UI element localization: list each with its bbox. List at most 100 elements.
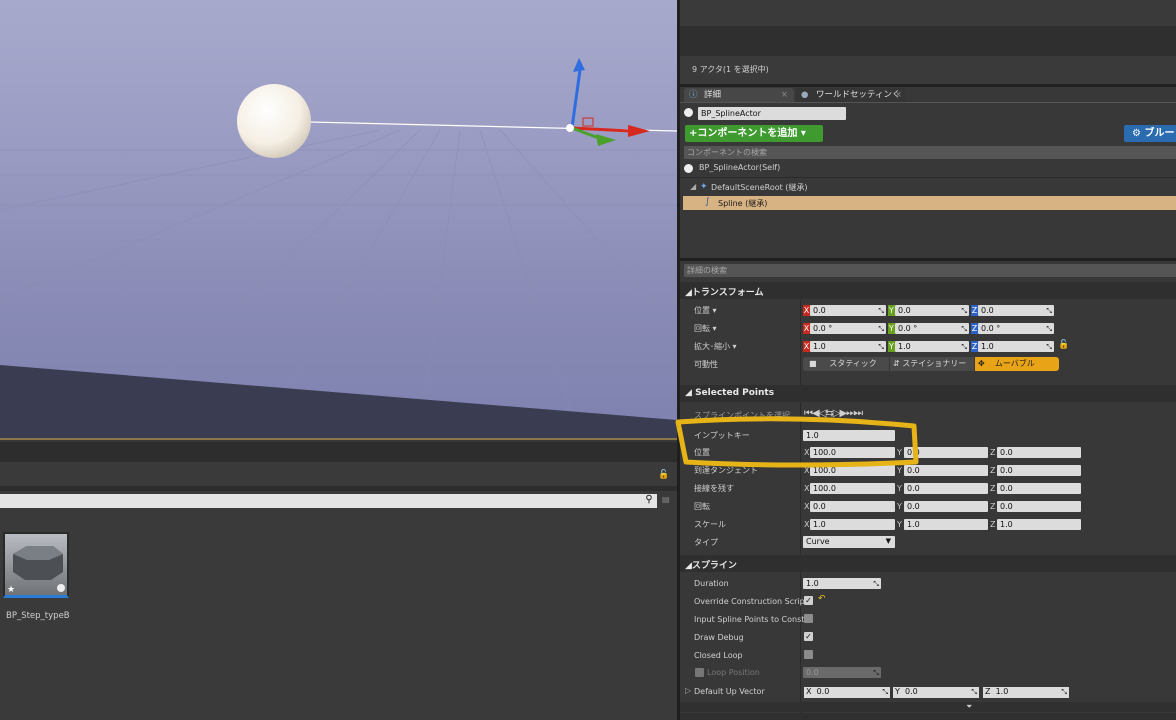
location-z-field[interactable]: 0.0 ⤡: [978, 305, 1054, 316]
loop-position-value: 0.0: [806, 668, 819, 677]
duration-field[interactable]: 1.0 ⤡: [803, 578, 881, 589]
mobility-stationary-button[interactable]: ⇵ ステイショナリー: [890, 357, 974, 371]
override-construction-checkbox[interactable]: ✓: [804, 596, 813, 605]
add-component-button[interactable]: +コンポーネントを追加 ▾: [685, 125, 823, 142]
divider: [680, 177, 1176, 178]
mobility-static-button[interactable]: ■ スタティック: [803, 357, 889, 371]
transform-gizmo: [566, 58, 650, 146]
rotation-x-field[interactable]: 0.0 ° ⤡: [810, 323, 886, 334]
closed-loop-label: Closed Loop: [694, 651, 743, 660]
sp-rotation-z-field[interactable]: 0.0: [997, 501, 1081, 512]
input-spline-points-checkbox[interactable]: [804, 614, 813, 623]
up-vector-x-field[interactable]: X 0.0 ⤡: [804, 687, 890, 698]
leave-z-field[interactable]: 0.0: [997, 483, 1081, 494]
draw-debug-checkbox[interactable]: ✓: [804, 632, 813, 641]
component-search-input[interactable]: コンポーネントの検索: [684, 146, 1176, 159]
duration-label: Duration: [694, 579, 729, 588]
drag-icon: ⤡: [878, 307, 884, 315]
collapse-arrow-icon: ◢: [685, 561, 692, 571]
scale-y-field[interactable]: 1.0 ⤡: [895, 341, 969, 352]
closed-loop-checkbox[interactable]: [804, 650, 813, 659]
location-y-field[interactable]: 0.0 ⤡: [895, 305, 969, 316]
up-vector-y-field[interactable]: Y 0.0 ⤡: [893, 687, 979, 698]
details-search-input[interactable]: 詳細の検索: [684, 264, 1176, 277]
drag-icon: ⤡: [1046, 325, 1052, 333]
selected-points-section-title: ◢ Selected Points: [685, 388, 775, 398]
loop-position-field: 0.0 ⤡: [803, 667, 881, 678]
panel-splitter[interactable]: [677, 0, 680, 720]
y-axis-letter: Y: [895, 687, 900, 696]
type-label: タイプ: [694, 538, 718, 547]
up-vector-z-field[interactable]: Z 1.0 ⤡: [983, 687, 1069, 698]
y-axis-letter: Y: [897, 502, 902, 511]
outliner-footer: [680, 26, 1176, 56]
y-axis-tag: Y: [888, 341, 895, 352]
actor-name-field[interactable]: BP_SplineActor: [698, 107, 846, 120]
drag-icon: ⤡: [1061, 688, 1067, 696]
chevron-down-icon: ⏷: [966, 702, 973, 711]
rotation-y-field[interactable]: 0.0 ° ⤡: [895, 323, 969, 334]
scale-lock-icon[interactable]: 🔓: [1058, 340, 1069, 350]
loop-position-checkbox[interactable]: [695, 668, 704, 677]
sp-rotation-label: 回転: [694, 502, 710, 511]
tree-item-root[interactable]: DefaultSceneRoot (継承): [711, 182, 808, 193]
tab-details[interactable]: ⓘ 詳細 ×: [684, 88, 794, 102]
location-y-value: 0.0: [898, 306, 911, 315]
asset-name-label: BP_Step_typeB: [6, 611, 70, 621]
highlight-annotation: [675, 416, 919, 468]
spline-section-header[interactable]: [680, 555, 1176, 572]
asset-search-input[interactable]: [0, 494, 657, 508]
tab-details-label: 詳細: [704, 90, 722, 100]
scale-x-field[interactable]: 1.0 ⤡: [810, 341, 886, 352]
tree-item-self[interactable]: BP_SplineActor(Self): [699, 163, 780, 172]
z-axis-letter: Z: [990, 448, 996, 457]
type-dropdown[interactable]: Curve ▼: [803, 536, 895, 548]
level-viewport[interactable]: [0, 0, 677, 440]
asset-thumbnail[interactable]: ★: [3, 532, 69, 598]
drag-icon: ⤡: [882, 688, 888, 696]
collapse-arrow-icon: ◢: [685, 388, 692, 398]
location-x-field[interactable]: 0.0 ⤡: [810, 305, 886, 316]
blueprint-button[interactable]: ⚙ ブルー: [1124, 125, 1176, 142]
sp-rotation-y-field[interactable]: 0.0: [904, 501, 988, 512]
arrive-z-field[interactable]: 0.0: [997, 465, 1081, 476]
svg-text:★: ★: [7, 585, 15, 594]
drag-icon: ⤡: [878, 343, 884, 351]
sp-scale-y-field[interactable]: 1.0: [904, 519, 988, 530]
static-icon: ■: [809, 359, 817, 368]
next-section-header[interactable]: [680, 713, 1176, 720]
viewport-scene: [0, 58, 677, 438]
z-axis-letter: Z: [990, 502, 996, 511]
loop-position-label: Loop Position: [707, 668, 760, 677]
up-vector-z-value: 1.0: [995, 687, 1009, 696]
lock-icon[interactable]: 🔓: [658, 470, 670, 482]
drag-icon: ⤡: [878, 325, 884, 333]
tab-world-settings[interactable]: ● ワールドセッティンく ×: [796, 88, 906, 102]
scale-label[interactable]: 拡大･縮小 ▾: [694, 341, 737, 352]
viewport-toolbar: [0, 442, 677, 462]
rotation-z-field[interactable]: 0.0 ° ⤡: [978, 323, 1054, 334]
rotation-label[interactable]: 回転 ▾: [694, 323, 717, 334]
scale-z-value: 1.0: [981, 342, 994, 351]
drag-icon: ⤡: [971, 688, 977, 696]
collapse-arrow-icon[interactable]: ◢: [690, 182, 696, 191]
reset-arrow-icon[interactable]: ↶: [818, 594, 826, 604]
expand-arrow-icon[interactable]: ▷: [685, 686, 691, 695]
close-icon[interactable]: ×: [895, 88, 902, 102]
leave-x-field[interactable]: 100.0: [810, 483, 895, 494]
mobility-movable-button[interactable]: ✥ ムーバブル: [975, 357, 1059, 371]
location-label[interactable]: 位置 ▾: [694, 305, 717, 316]
save-search-icon[interactable]: ▤: [662, 495, 672, 507]
sp-position-z-field[interactable]: 0.0: [997, 447, 1081, 458]
search-icon[interactable]: ⚲: [642, 494, 656, 508]
scale-z-field[interactable]: 1.0 ⤡: [978, 341, 1054, 352]
x-axis-letter: X: [804, 520, 810, 529]
leave-y-field[interactable]: 0.0: [904, 483, 988, 494]
location-x-value: 0.0: [813, 306, 826, 315]
close-icon[interactable]: ×: [781, 88, 788, 102]
sp-scale-x-field[interactable]: 1.0: [810, 519, 895, 530]
sp-rotation-x-field[interactable]: 0.0: [810, 501, 895, 512]
actor-icon: [684, 108, 693, 117]
sp-scale-z-field[interactable]: 1.0: [997, 519, 1081, 530]
advanced-toggle[interactable]: ⏷: [680, 702, 1176, 712]
